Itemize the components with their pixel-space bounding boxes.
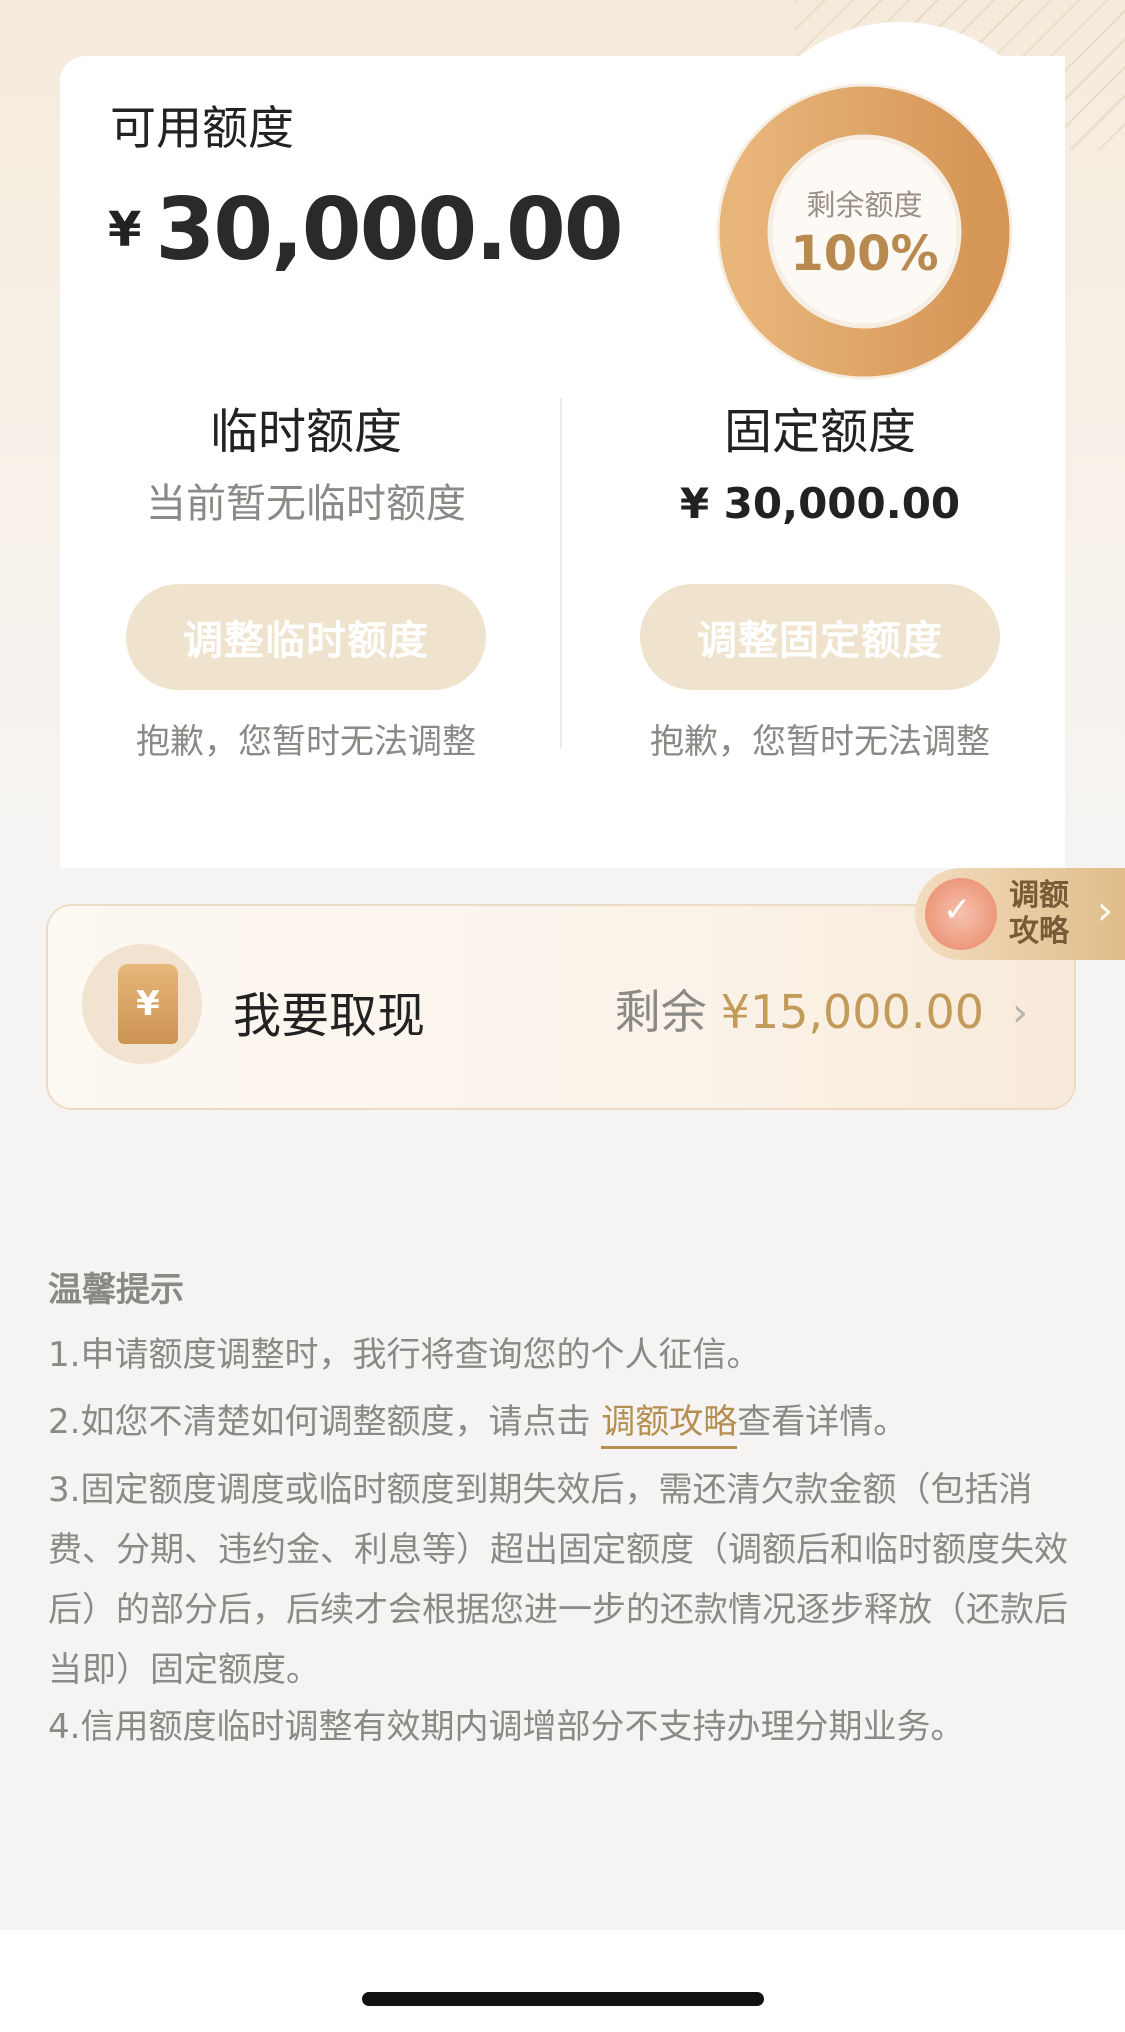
- strategy-icon: [925, 878, 997, 950]
- column-divider: [560, 398, 562, 748]
- ring-percent: 100%: [790, 226, 939, 282]
- fixed-credit-title: 固定额度: [723, 404, 916, 460]
- tip-item-4: 4.信用额度临时调整有效期内调增部分不支持办理分期业务。: [48, 1707, 965, 1747]
- chevron-right-icon: ›: [1097, 888, 1113, 934]
- adjust-fixed-credit-button[interactable]: 调整固定额度: [640, 584, 1000, 690]
- strategy-tag-label: 调额 攻略: [1009, 878, 1069, 950]
- ring-label: 剩余额度: [806, 188, 923, 222]
- tip-item-3: 3.固定额度调度或临时额度到期失效后，需还清欠款金额（包括消费、分期、违约金、利…: [48, 1470, 1068, 1690]
- tip-item-2-prefix: 2.如您不清楚如何调整额度，请点击: [48, 1402, 602, 1442]
- strategy-tag-line1: 调额: [1009, 878, 1069, 913]
- fixed-adjust-note: 抱歉，您暂时无法调整: [650, 722, 990, 762]
- home-indicator[interactable]: [362, 1992, 764, 2006]
- available-amount-value: 30,000.00: [155, 180, 623, 280]
- cash-remaining-value: ¥15,000.00: [720, 985, 984, 1039]
- cash-withdrawal-title: 我要取现: [233, 988, 426, 1044]
- strategy-link[interactable]: 调额攻略: [601, 1402, 738, 1449]
- cash-remaining-label: 剩余: [614, 985, 707, 1039]
- temporary-credit-column: 临时额度 当前暂无临时额度 调整临时额度 抱歉，您暂时无法调整: [96, 398, 516, 763]
- tips-title: 温馨提示: [48, 1270, 184, 1310]
- tip-item-2-suffix: 查看详情。: [737, 1402, 908, 1442]
- tip-item-1: 1.申请额度调整时，我行将查询您的个人征信。: [48, 1335, 761, 1375]
- available-credit-label: 可用额度: [110, 101, 294, 155]
- strategy-tag-line2: 攻略: [1009, 914, 1069, 949]
- temporary-credit-title: 临时额度: [209, 404, 402, 460]
- fixed-credit-value: ¥ 30,000.00: [679, 479, 961, 528]
- tip-item-2: 2.如您不清楚如何调整额度，请点击 调额攻略查看详情。: [48, 1392, 1088, 1452]
- bottom-safe-area: [0, 1930, 1125, 2032]
- temporary-credit-status: 当前暂无临时额度: [146, 481, 466, 527]
- temporary-adjust-note: 抱歉，您暂时无法调整: [136, 722, 476, 762]
- currency-symbol: ¥: [108, 202, 142, 258]
- credit-strategy-tag[interactable]: 调额 攻略 ›: [915, 868, 1125, 960]
- cash-remaining: 剩余 ¥15,000.00: [615, 976, 984, 1042]
- remaining-credit-ring: 剩余额度 100%: [713, 80, 1016, 383]
- adjust-temporary-credit-button[interactable]: 调整临时额度: [126, 584, 486, 690]
- fixed-credit-column: 固定额度 ¥ 30,000.00 调整固定额度 抱歉，您暂时无法调整: [610, 398, 1030, 763]
- available-credit-amount: ¥30,000.00: [108, 180, 624, 280]
- chevron-right-icon: ›: [1012, 990, 1028, 1036]
- cash-icon: ¥: [118, 964, 178, 1044]
